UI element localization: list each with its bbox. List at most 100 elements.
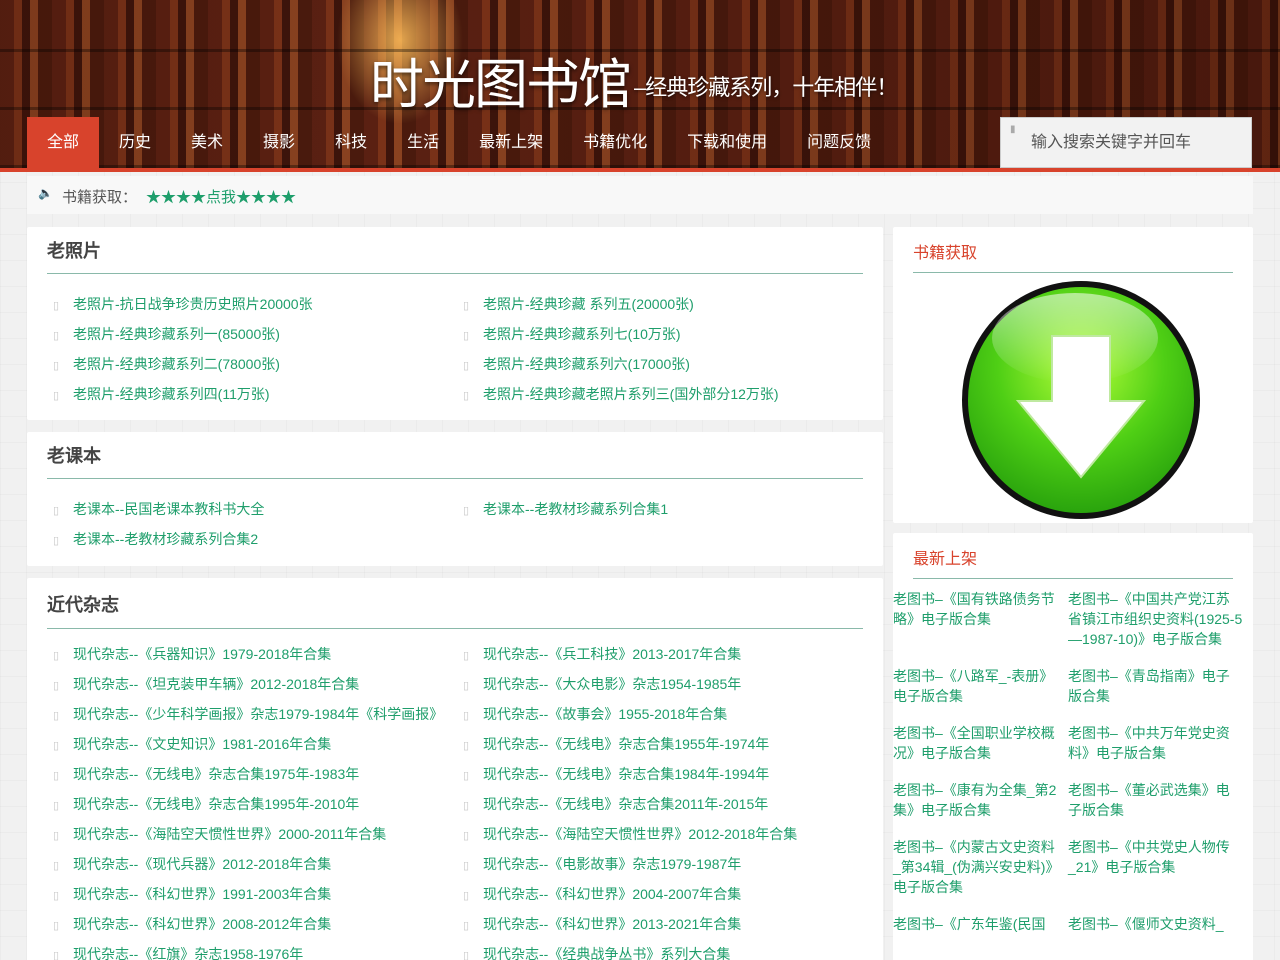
nav-item[interactable]: 全部 [27,117,100,168]
list-item[interactable]: ▯ 老课本--老教材珍藏系列合集2 [47,524,457,554]
bullet-icon: ▯ [463,860,470,872]
new-arrival-link[interactable]: 老图书–《康有为全集_第2集》电子版合集 [893,780,1068,820]
list-item[interactable]: ▯ 老照片-经典珍藏系列二(78000张) [47,349,457,379]
list-item[interactable]: ▯ 现代杂志--《坦克装甲车辆》2012-2018年合集 [47,669,457,699]
list-item[interactable]: ▯ 现代杂志--《无线电》杂志合集1984年-1994年 [457,759,867,789]
list-item-label: 老照片-经典珍藏系列六(17000张) [483,356,690,372]
main-nav: 全部 历史 美术 摄影 科技 生活 最新上架 书籍优化 下载和使用 问题反馈 [27,117,987,168]
speaker-icon: 🔈 [38,186,53,200]
bullet-icon: ▯ [53,300,60,312]
list-item-label: 老照片-经典珍藏系列二(78000张) [73,356,280,372]
list-item-label: 老照片-经典珍藏系列七(10万张) [483,326,681,342]
list-item[interactable]: ▯ 现代杂志--《少年科学画报》杂志1979-1984年《科学画报》 [47,699,457,729]
list-item[interactable]: ▯ 老照片-经典珍藏系列一(85000张) [47,319,457,349]
bullet-icon: ▯ [53,770,60,782]
list-item-label: 现代杂志--《无线电》杂志合集2011年-2015年 [483,796,769,812]
bullet-icon: ▯ [53,535,60,547]
new-arrival-link[interactable]: 老图书–《中国共产党江苏省镇江市组织史资料(1925-5—1987-10)》电子… [1068,589,1253,649]
bullet-icon: ▯ [53,680,60,692]
bullet-icon: ▯ [53,650,60,662]
section-divider [47,273,863,274]
search-box[interactable]: ▮ [1000,117,1252,168]
new-arrival-link[interactable]: 老图书–《全国职业学校概况》电子版合集 [893,723,1068,763]
list-item[interactable]: ▯ 现代杂志--《兵工科技》2013-2017年合集 [457,639,867,669]
list-item[interactable]: ▯ 老照片-经典珍藏系列六(17000张) [457,349,867,379]
bullet-icon: ▯ [53,800,60,812]
list-item-label: 现代杂志--《海陆空天惯性世界》2012-2018年合集 [483,826,798,842]
list-item[interactable]: ▯ 老照片-经典珍藏系列七(10万张) [457,319,867,349]
section-divider [47,628,863,629]
list-item[interactable]: ▯ 现代杂志--《无线电》杂志合集2011年-2015年 [457,789,867,819]
section-title: 老课本 [47,446,101,466]
list-item[interactable]: ▯ 现代杂志--《科幻世界》2013-2021年合集 [457,909,867,939]
list-item[interactable]: ▯ 老课本--老教材珍藏系列合集1 [457,494,867,524]
list-item-label: 现代杂志--《科幻世界》2013-2021年合集 [483,916,742,932]
bullet-icon: ▯ [53,390,60,402]
new-arrival-link[interactable]: 老图书–《国有铁路债务节略》电子版合集 [893,589,1068,649]
list-item[interactable]: ▯ 现代杂志--《兵器知识》1979-2018年合集 [47,639,457,669]
list-item[interactable]: ▯ 现代杂志--《无线电》杂志合集1995年-2010年 [47,789,457,819]
nav-item[interactable]: 最新上架 [459,117,563,168]
list-item-label: 老照片-经典珍藏系列四(11万张) [73,386,270,402]
list-item[interactable]: ▯ 现代杂志--《现代兵器》2012-2018年合集 [47,849,457,879]
nav-item[interactable]: 生活 [387,117,459,168]
nav-item[interactable]: 下载和使用 [667,117,787,168]
list-item[interactable]: ▯ 现代杂志--《无线电》杂志合集1955年-1974年 [457,729,867,759]
list-item[interactable]: ▯ 老照片-抗日战争珍贵历史照片20000张 [47,289,457,319]
new-arrival-link[interactable]: 老图书–《广东年鉴(民国 [893,914,1068,934]
new-arrival-link[interactable]: 老图书–《中共党史人物传_21》电子版合集 [1068,837,1253,897]
list-item[interactable]: ▯ 现代杂志--《故事会》1955-2018年合集 [457,699,867,729]
list-item[interactable]: ▯ 现代杂志--《红旗》杂志1958-1976年 [47,939,457,960]
list-item[interactable]: ▯ 老照片-经典珍藏系列四(11万张) [47,379,457,409]
nav-item[interactable]: 历史 [99,117,171,168]
list-item-label: 老照片-经典珍藏老照片系列三(国外部分12万张) [483,386,779,402]
search-input[interactable] [1031,118,1246,167]
list-item[interactable]: ▯ 现代杂志--《海陆空天惯性世界》2000-2011年合集 [47,819,457,849]
list-item[interactable]: ▯ 现代杂志--《无线电》杂志合集1975年-1983年 [47,759,457,789]
bullet-icon: ▯ [53,830,60,842]
list-item[interactable]: ▯ 现代杂志--《科幻世界》2004-2007年合集 [457,879,867,909]
widget-divider [913,578,1233,579]
list-item[interactable]: ▯ 现代杂志--《海陆空天惯性世界》2012-2018年合集 [457,819,867,849]
new-arrival-link[interactable]: 老图书–《内蒙古文史资料_第34辑_(伪满兴安史料)》电子版合集 [893,837,1068,897]
new-arrival-link[interactable]: 老图书–《中共万年党史资料》电子版合集 [1068,723,1253,763]
new-arrival-link[interactable]: 老图书–《偃师文史资料_ [1068,914,1253,934]
list-item-label: 现代杂志--《故事会》1955-2018年合集 [483,706,728,722]
list-item[interactable]: ▯ 老照片-经典珍藏 系列五(20000张) [457,289,867,319]
nav-item[interactable]: 问题反馈 [787,117,891,168]
list-item[interactable]: ▯ 老照片-经典珍藏老照片系列三(国外部分12万张) [457,379,867,409]
list-item[interactable]: ▯ 现代杂志--《科幻世界》1991-2003年合集 [47,879,457,909]
notice-link[interactable]: ★★★★点我★★★★ [146,186,296,207]
list-item[interactable]: ▯ 现代杂志--《电影故事》杂志1979-1987年 [457,849,867,879]
list-item[interactable]: ▯ 现代杂志--《经典战争丛书》系列大合集 [457,939,867,960]
list-item[interactable]: ▯ 老课本--民国老课本教科书大全 [47,494,457,524]
bullet-icon: ▯ [463,890,470,902]
section-link-list: ▯ 老照片-抗日战争珍贵历史照片20000张 ▯ 老照片-经典珍藏 系列五(20000… [47,289,867,409]
list-item[interactable]: ▯ 现代杂志--《文史知识》1981-2016年合集 [47,729,457,759]
list-item-label: 现代杂志--《红旗》杂志1958-1976年 [73,946,304,960]
nav-item[interactable]: 科技 [315,117,387,168]
list-item-label: 现代杂志--《科幻世界》2008-2012年合集 [73,916,332,932]
list-item-label: 现代杂志--《海陆空天惯性世界》2000-2011年合集 [73,826,387,842]
new-arrival-link[interactable]: 老图书–《青岛指南》电子版合集 [1068,666,1253,706]
new-arrivals-list: 老图书–《国有铁路债务节略》电子版合集 老图书–《中国共产党江苏省镇江市组织史资料… [893,589,1253,934]
nav-item[interactable]: 美术 [171,117,243,168]
list-item-label: 现代杂志--《经典战争丛书》系列大合集 [483,946,731,960]
site-title[interactable]: 时光图书馆 [370,40,632,119]
nav-item[interactable]: 摄影 [243,117,315,168]
section-old-photos: 老照片 ▯ 老照片-抗日战争珍贵历史照片20000张 ▯ 老照片-经典珍藏 系列五(2… [27,227,883,420]
list-item-label: 老课本--老教材珍藏系列合集1 [483,501,669,517]
new-arrival-link[interactable]: 老图书–《董必武选集》电子版合集 [1068,780,1253,820]
list-item[interactable]: ▯ 现代杂志--《科幻世界》2008-2012年合集 [47,909,457,939]
new-arrival-link[interactable]: 老图书–《八路军_-表册》电子版合集 [893,666,1068,706]
bullet-icon: ▯ [463,830,470,842]
bullet-icon: ▯ [463,680,470,692]
bullet-icon: ▯ [463,950,470,960]
bullet-icon: ▯ [463,710,470,722]
nav-item[interactable]: 书籍优化 [563,117,667,168]
download-icon[interactable] [962,281,1200,519]
list-item-label: 现代杂志--《兵器知识》1979-2018年合集 [73,646,332,662]
widget-title: 书籍获取 [913,245,978,262]
list-item[interactable]: ▯ 现代杂志--《大众电影》杂志1954-1985年 [457,669,867,699]
list-item-label: 现代杂志--《科幻世界》2004-2007年合集 [483,886,742,902]
